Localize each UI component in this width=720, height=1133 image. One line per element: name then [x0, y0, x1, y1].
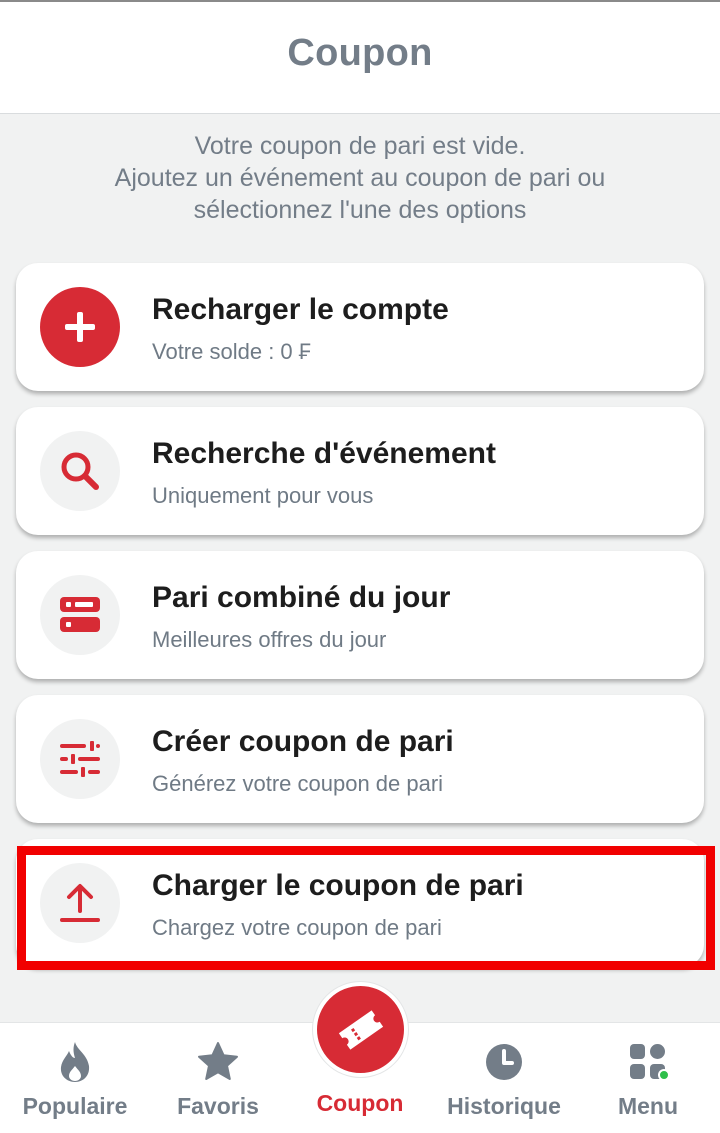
coupon-nav-label-wrap: Coupon	[288, 1068, 432, 1116]
nav-label: Menu	[617, 1093, 679, 1119]
sliders-icon	[40, 719, 120, 799]
nav-item-menu[interactable]: Menu	[576, 1023, 720, 1133]
card-title: Recherche d'événement	[152, 437, 496, 470]
star-icon	[196, 1039, 240, 1085]
nav-item-history[interactable]: Historique	[432, 1023, 576, 1133]
card-subtitle: Meilleures offres du jour	[152, 627, 387, 652]
ticket-icon	[338, 1009, 383, 1050]
card-subtitle: Uniquement pour vous	[152, 483, 374, 508]
plus-icon	[40, 287, 120, 367]
nav-item-favorites[interactable]: Favoris	[146, 1023, 290, 1133]
nav-label: Favoris	[177, 1093, 259, 1119]
empty-message-line-1: Votre coupon de pari est vide.	[194, 132, 526, 160]
flame-icon	[57, 1039, 93, 1085]
nav-label: Coupon	[316, 1090, 404, 1116]
nav-label: Historique	[447, 1093, 561, 1119]
nav-label: Populaire	[22, 1093, 128, 1119]
daily-accumulator-card[interactable]: Pari combiné du jour Meilleures offres d…	[16, 551, 704, 679]
card-title: Recharger le compte	[152, 293, 449, 326]
nav-item-popular[interactable]: Populaire	[3, 1023, 147, 1133]
empty-message-line-2: Ajoutez un événement au coupon de pari o…	[114, 164, 606, 192]
header: Coupon	[0, 0, 720, 114]
card-subtitle: Générez votre coupon de pari	[152, 771, 444, 796]
card-subtitle: Votre solde : 0 ₣	[152, 339, 311, 364]
empty-coupon-message: Votre coupon de pari est vide. Ajoutez u…	[0, 130, 720, 226]
page-title: Coupon	[287, 32, 433, 74]
card-title: Pari combiné du jour	[152, 581, 451, 614]
list-toggle-icon	[40, 575, 120, 655]
recharge-account-card[interactable]: Recharger le compte Votre solde : 0 ₣	[16, 263, 704, 391]
empty-message-line-3: sélectionnez l'une des options	[193, 196, 527, 224]
search-icon	[40, 431, 120, 511]
card-title: Créer coupon de pari	[152, 725, 454, 758]
highlight-box	[17, 846, 715, 970]
nav-item-coupon[interactable]	[313, 982, 408, 1077]
notification-dot	[658, 1069, 670, 1081]
event-search-card[interactable]: Recherche d'événement Uniquement pour vo…	[16, 407, 704, 535]
clock-icon	[484, 1039, 524, 1085]
grid-icon	[628, 1039, 670, 1085]
create-coupon-card[interactable]: Créer coupon de pari Générez votre coupo…	[16, 695, 704, 823]
